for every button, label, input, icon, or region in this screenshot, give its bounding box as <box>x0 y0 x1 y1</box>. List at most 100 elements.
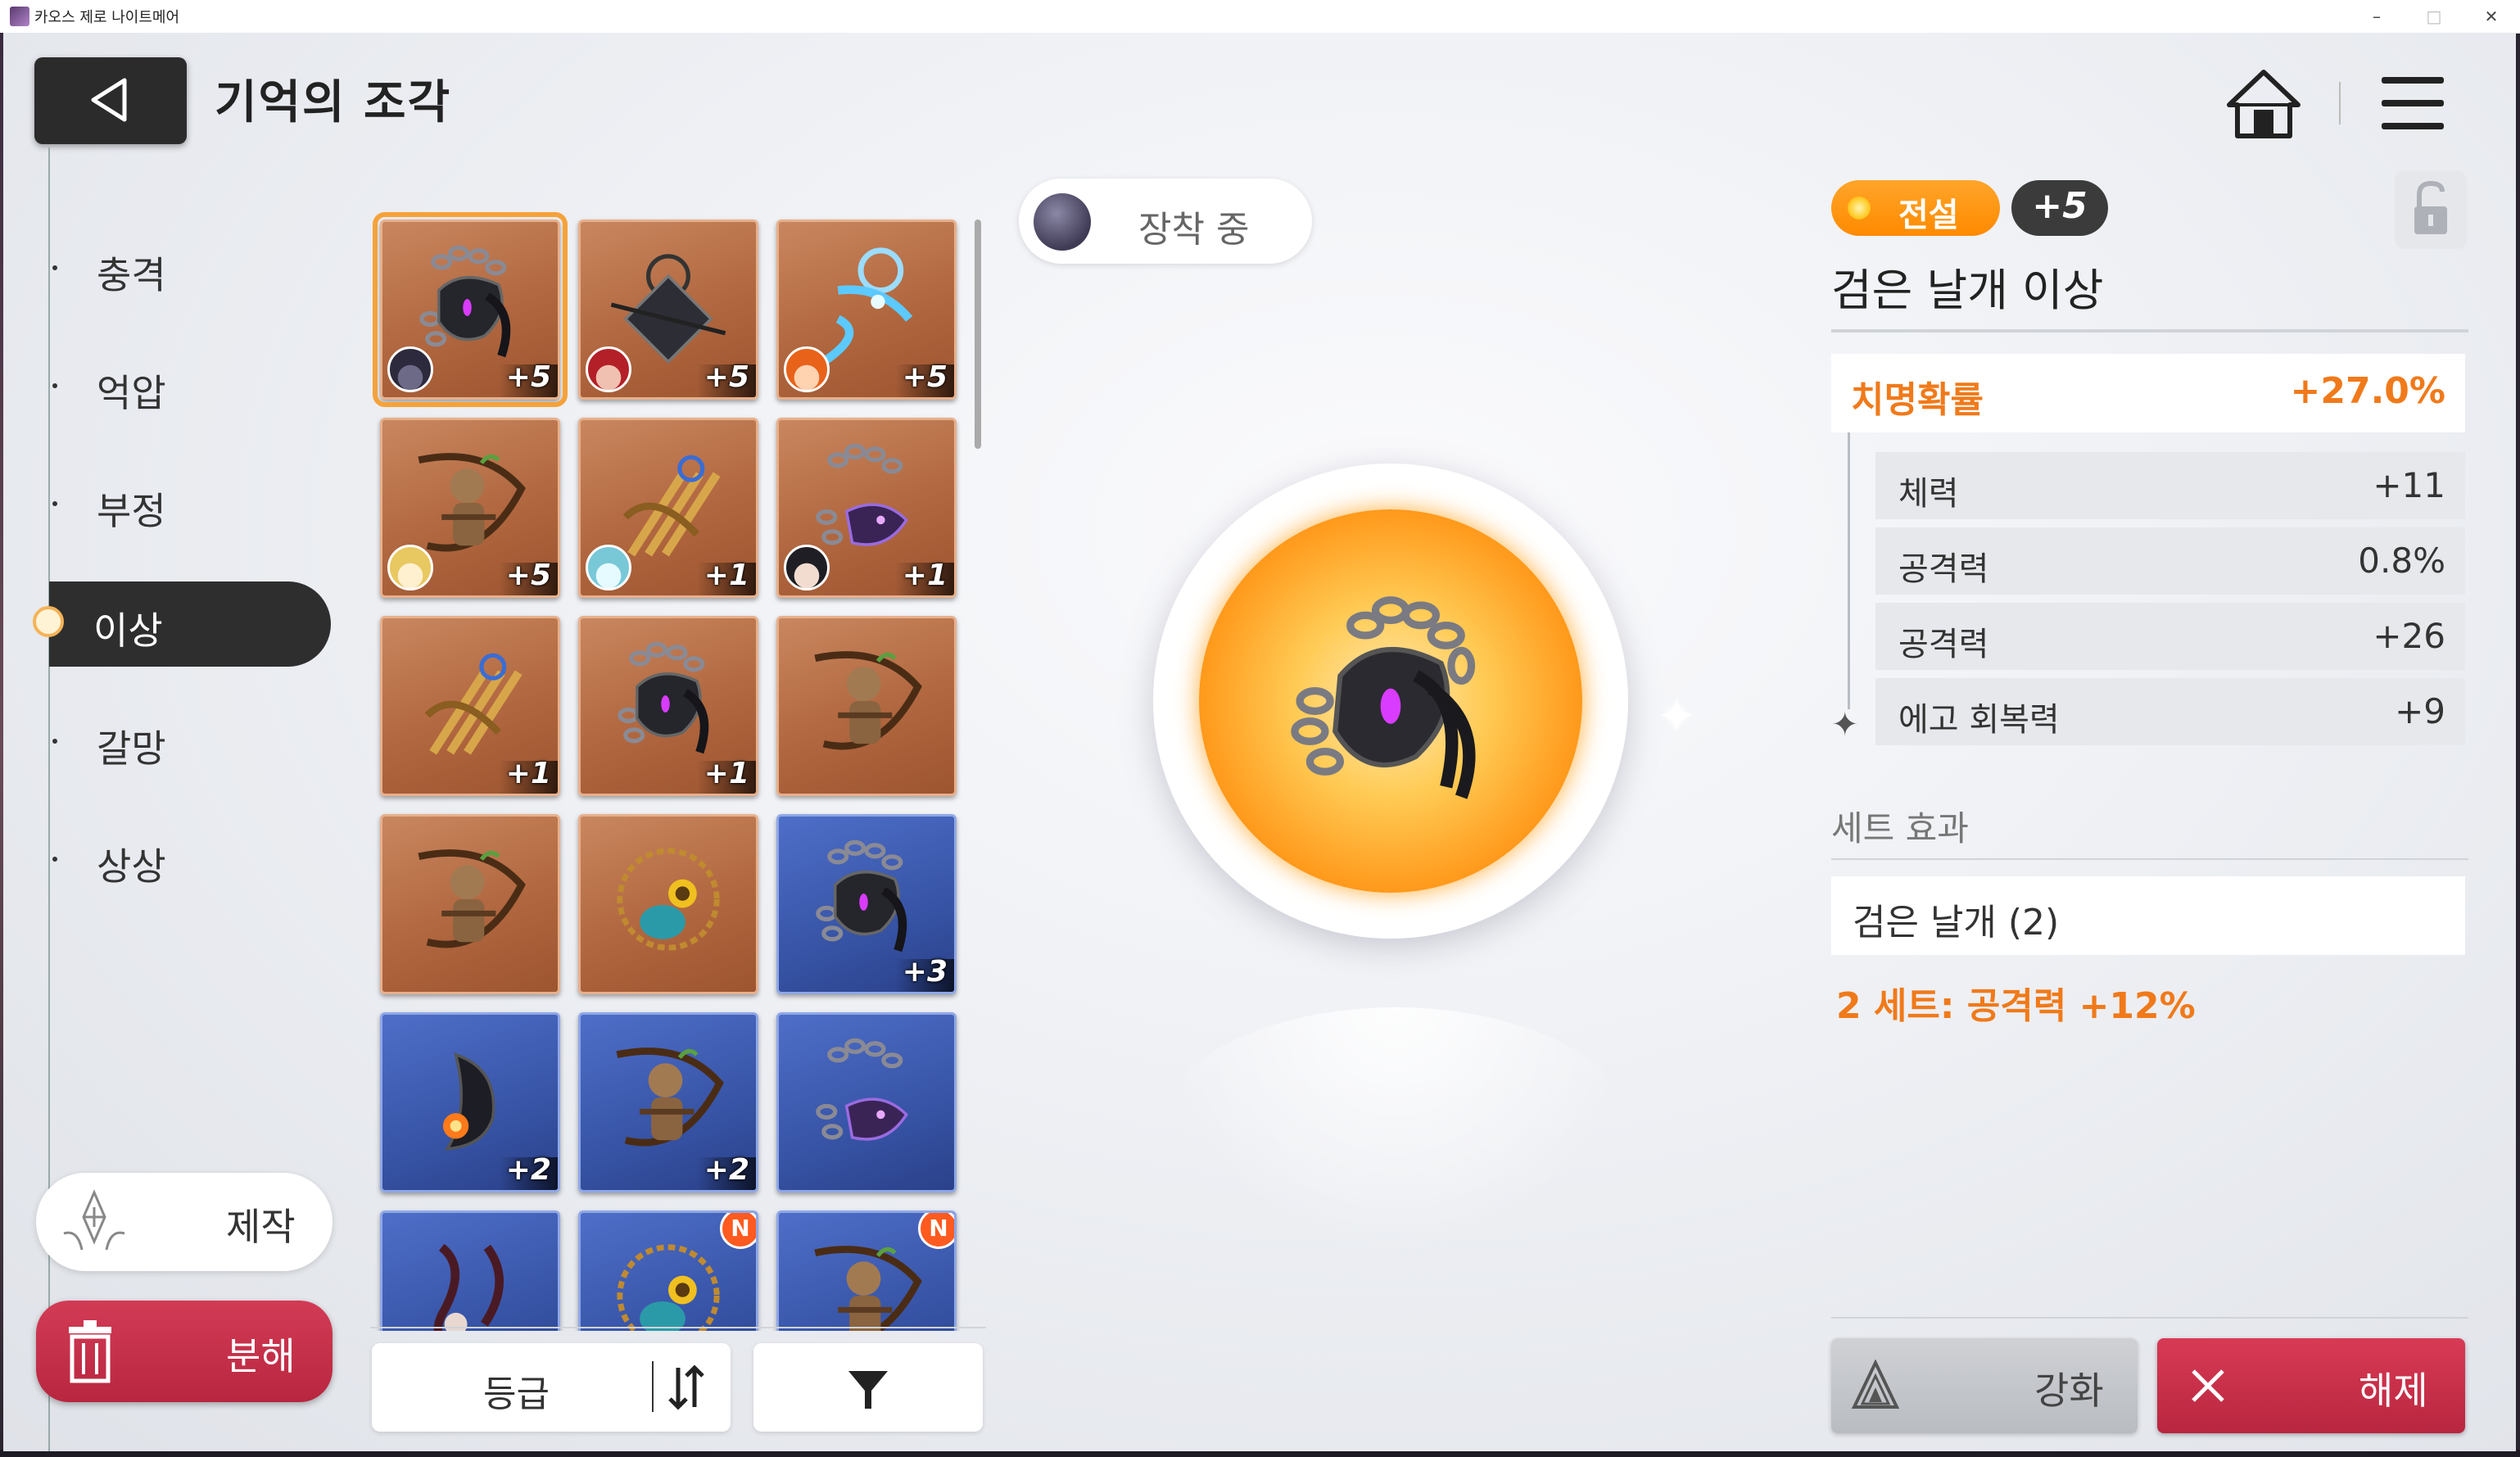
enhance-label: 강화 <box>2034 1369 2104 1413</box>
unequip-label: 해제 <box>2359 1369 2428 1413</box>
sunflower-scarab-amulet-icon <box>617 848 720 951</box>
item-showcase-orb <box>1153 464 1628 939</box>
memory-fragment-tile[interactable]: +1 <box>380 616 560 796</box>
star-sparkle-icon: ✦ <box>1831 706 1859 744</box>
enhance-icon <box>1851 1360 1900 1409</box>
category-label: 억압 <box>97 371 166 415</box>
grid-scrollbar[interactable] <box>975 219 981 449</box>
memory-fragment-tile[interactable]: +1 <box>578 418 758 598</box>
category-label: 상상 <box>97 844 166 889</box>
dismantle-button[interactable]: 분해 <box>36 1301 333 1402</box>
category-label: 부정 <box>97 489 166 533</box>
filter-button[interactable] <box>753 1343 983 1432</box>
enhance-button[interactable]: 강화 <box>1831 1338 2138 1433</box>
set-divider <box>1831 858 2468 860</box>
header-divider <box>2339 82 2341 124</box>
sort-button[interactable]: 등급 <box>372 1343 731 1432</box>
sub-stat-row: 체력 +11 <box>1875 452 2465 519</box>
tile-level: +2 <box>505 1153 551 1187</box>
memory-fragment-tile[interactable]: N <box>776 1210 957 1331</box>
craft-icon <box>63 1189 125 1251</box>
character-avatar <box>586 346 631 392</box>
memory-fragment-tile[interactable]: +1 <box>578 616 758 796</box>
craft-button[interactable]: 제작 <box>36 1173 333 1271</box>
memory-fragment-tile[interactable]: +3 <box>776 814 957 994</box>
hamburger-menu-icon <box>2382 77 2444 129</box>
main-stat-name: 치명확률 <box>1851 379 1984 421</box>
craft-label: 제작 <box>226 1205 296 1249</box>
sub-stat-name: 에고 회복력 <box>1898 701 2060 739</box>
lock-button[interactable] <box>2395 170 2467 249</box>
sub-stat-name: 공격력 <box>1898 550 1989 588</box>
tile-level: +2 <box>704 1153 749 1187</box>
active-indicator-icon <box>33 606 64 637</box>
sort-order-icon[interactable] <box>665 1363 706 1412</box>
unlock-icon <box>2414 180 2447 234</box>
category-tab-2[interactable]: 부정 <box>52 462 331 547</box>
memory-fragment-tile[interactable] <box>578 814 758 994</box>
memory-fragment-tile[interactable]: +5 <box>380 418 560 598</box>
sub-stat-name: 체력 <box>1898 475 1959 513</box>
unequip-button[interactable]: 해제 <box>2157 1338 2465 1433</box>
new-badge: N <box>918 1213 954 1249</box>
tile-level: +5 <box>505 360 551 394</box>
memory-fragment-tile[interactable] <box>776 616 957 796</box>
category-tab-3[interactable]: 이상 <box>33 581 331 667</box>
tile-level: +1 <box>902 559 948 592</box>
category-label: 갈망 <box>97 726 166 771</box>
memory-fragment-tile[interactable] <box>380 1210 560 1331</box>
straw-doll-charm-icon <box>814 651 922 750</box>
flame-gem-feather-icon <box>442 1052 495 1151</box>
close-x-icon <box>2192 1369 2224 1402</box>
category-tab-4[interactable]: 갈망 <box>52 699 331 785</box>
menu-button[interactable] <box>2378 70 2449 136</box>
pedestal <box>1158 1007 1633 1253</box>
rarity-gem-icon <box>1848 197 1871 219</box>
category-label: 충격 <box>97 253 166 297</box>
main-stat-row: 치명확률 +27.0% <box>1831 354 2465 432</box>
sub-stat-value: +26 <box>2373 616 2445 656</box>
page-title: 기억의 조각 <box>215 76 452 129</box>
back-button[interactable] <box>34 57 187 144</box>
enhance-level: +5 <box>2032 185 2088 227</box>
name-divider <box>1831 329 2468 333</box>
memory-fragment-tile[interactable]: +5 <box>578 219 758 400</box>
memory-fragment-tile[interactable]: +5 <box>373 212 568 407</box>
category-tab-5[interactable]: 상상 <box>52 817 331 903</box>
close-window-button[interactable]: ✕ <box>2467 3 2516 29</box>
straw-doll-charm-icon <box>418 849 526 948</box>
dismantle-label: 분해 <box>226 1334 296 1378</box>
memory-fragment-tile[interactable]: N <box>578 1210 758 1331</box>
equipped-label: 장착 중 <box>1138 209 1250 251</box>
memory-fragment-tile[interactable]: +2 <box>380 1012 560 1192</box>
category-dot <box>52 501 57 506</box>
orb-glow <box>1199 509 1582 893</box>
minimize-button[interactable]: – <box>2352 3 2401 29</box>
trash-icon <box>69 1320 111 1383</box>
category-label: 이상 <box>93 609 163 653</box>
filter-icon <box>848 1371 888 1409</box>
category-tab-0[interactable]: 충격 <box>52 226 331 311</box>
category-dot <box>52 857 57 862</box>
sub-stat-value: 0.8% <box>2358 541 2445 581</box>
item-name: 검은 날개 이상 <box>1831 265 2104 316</box>
new-badge: N <box>720 1213 756 1249</box>
set-effect-text: 2 세트: 공격력 +12% <box>1836 985 2196 1027</box>
memory-fragment-tile[interactable]: +1 <box>776 418 957 598</box>
home-button[interactable] <box>2224 67 2303 141</box>
enhance-level-badge: +5 <box>2011 180 2108 236</box>
grid-divider <box>370 1327 986 1328</box>
maximize-button[interactable]: □ <box>2409 3 2459 29</box>
category-dot <box>52 383 57 388</box>
memory-fragment-tile[interactable] <box>380 814 560 994</box>
equipped-indicator[interactable]: 장착 중 <box>1019 179 1312 264</box>
category-dot <box>52 739 57 744</box>
rarity-badge: 전설 <box>1831 180 2000 236</box>
memory-fragment-tile[interactable]: +5 <box>776 219 957 400</box>
app-icon <box>10 7 29 26</box>
category-tab-1[interactable]: 억압 <box>52 344 331 429</box>
tile-level: +1 <box>505 757 551 790</box>
straw-doll-charm-icon <box>616 1048 724 1147</box>
memory-fragment-tile[interactable] <box>776 1012 957 1192</box>
memory-fragment-tile[interactable]: +2 <box>578 1012 758 1192</box>
